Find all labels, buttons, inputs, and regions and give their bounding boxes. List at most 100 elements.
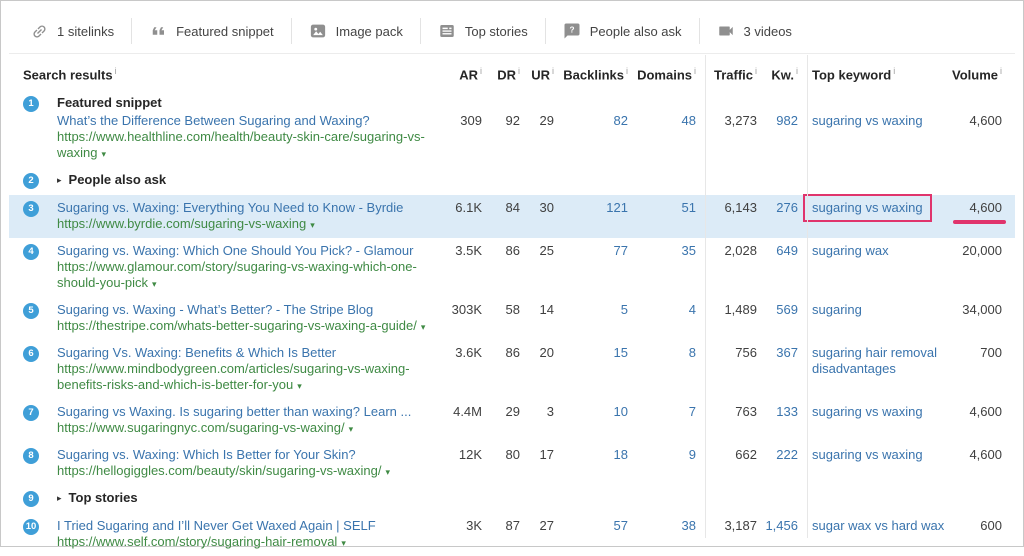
top-keyword-link[interactable]: sugaring vs waxing xyxy=(812,404,923,420)
info-icon[interactable]: i xyxy=(115,66,117,76)
table-header-row: Search results i AR i DR i UR i Backlinks i D… xyxy=(9,54,1015,90)
top-keyword-link[interactable]: sugar wax vs hard wax xyxy=(812,518,944,534)
backlinks-value[interactable]: 77 xyxy=(554,243,628,292)
table-row: 10 I Tried Sugaring and I’ll Never Get W… xyxy=(9,513,1015,556)
domains-value[interactable]: 9 xyxy=(628,447,696,480)
kw-value[interactable]: 982 xyxy=(757,95,798,162)
volume-cell: 4,600 xyxy=(950,95,1015,162)
position-badge: 8 xyxy=(23,448,39,465)
top-keyword-link[interactable]: sugaring hair removal disadvantages xyxy=(812,345,950,377)
domains-value[interactable] xyxy=(628,490,696,509)
top-keyword-link[interactable]: sugaring wax xyxy=(812,243,889,259)
result-title-link[interactable]: Sugaring vs. Waxing: Which One Should Yo… xyxy=(57,243,442,259)
toolbar-separator xyxy=(419,18,421,44)
kw-value[interactable] xyxy=(757,490,798,509)
result-url: https://www.self.com/story/sugaring-hair… xyxy=(57,534,338,550)
volume-cell: 34,000 xyxy=(950,302,1015,335)
kw-value[interactable]: 367 xyxy=(757,345,798,394)
backlinks-value[interactable] xyxy=(554,490,628,509)
backlinks-value[interactable]: 18 xyxy=(554,447,628,480)
backlinks-value[interactable] xyxy=(554,172,628,191)
url-dropdown-icon[interactable]: ▾ xyxy=(310,220,315,230)
header-domains: Domains i xyxy=(637,66,696,83)
expander-icon[interactable]: ▸ xyxy=(57,175,62,185)
videos-label: 3 videos xyxy=(743,23,792,39)
kw-value[interactable]: 1,456 xyxy=(757,518,798,551)
volume-value: 4,600 xyxy=(969,447,1002,463)
kw-value[interactable]: 133 xyxy=(757,404,798,437)
result-url: https://www.byrdie.com/sugaring-vs-waxin… xyxy=(57,216,307,232)
domains-value[interactable]: 38 xyxy=(628,518,696,551)
people-also-ask-badge: ? People also ask xyxy=(563,22,682,40)
ar-value: 3.5K xyxy=(455,243,482,259)
sitelinks-badge: 1 sitelinks xyxy=(31,23,114,40)
result-title-link[interactable]: I Tried Sugaring and I’ll Never Get Waxe… xyxy=(57,518,442,534)
backlinks-value[interactable]: 57 xyxy=(554,518,628,551)
image-pack-badge: Image pack xyxy=(309,22,403,40)
domains-value[interactable]: 7 xyxy=(628,404,696,437)
domains-value[interactable]: 8 xyxy=(628,345,696,394)
result-title-link[interactable]: Sugaring Vs. Waxing: Benefits & Which Is… xyxy=(57,345,442,361)
serp-feature-section-label[interactable]: ▸ People also ask xyxy=(57,172,442,189)
url-dropdown-icon[interactable]: ▾ xyxy=(385,467,390,477)
backlinks-value[interactable]: 10 xyxy=(554,404,628,437)
url-dropdown-icon[interactable]: ▾ xyxy=(101,149,106,159)
result-title-link[interactable]: Sugaring vs. Waxing: Everything You Need… xyxy=(57,200,442,216)
info-icon[interactable]: i xyxy=(893,66,895,76)
domains-value[interactable]: 35 xyxy=(628,243,696,292)
url-dropdown-icon[interactable]: ▾ xyxy=(349,424,354,434)
serp-feature-section-label[interactable]: ▸ Top stories xyxy=(57,490,442,507)
domains-value[interactable]: 51 xyxy=(628,200,696,233)
ar-value: 3K xyxy=(466,518,482,534)
kw-value[interactable]: 569 xyxy=(757,302,798,335)
featured-snippet-label: Featured snippet xyxy=(176,23,274,39)
kw-value[interactable]: 276 xyxy=(757,200,798,233)
result-title-link[interactable]: Sugaring vs Waxing. Is sugaring better t… xyxy=(57,404,442,420)
result-url: https://www.glamour.com/story/sugaring-v… xyxy=(57,259,417,291)
result-title-link[interactable]: Sugaring vs. Waxing: Which Is Better for… xyxy=(57,447,442,463)
kw-value[interactable]: 222 xyxy=(757,447,798,480)
serp-feature-section-label[interactable]: Featured snippet xyxy=(57,95,442,111)
top-keyword-link[interactable]: sugaring vs waxing xyxy=(812,113,923,129)
result-cell: 9 ▸ Top stories xyxy=(9,490,442,509)
top-keyword-link[interactable]: sugaring vs waxing xyxy=(803,194,932,223)
result-title-link[interactable]: Sugaring vs. Waxing - What’s Better? - T… xyxy=(57,302,442,318)
volume-highlight-underline xyxy=(953,220,1006,225)
top-keyword-link[interactable]: sugaring xyxy=(812,302,862,318)
position-badge: 5 xyxy=(23,303,39,320)
backlinks-value[interactable]: 121 xyxy=(554,200,628,233)
url-dropdown-icon[interactable]: ▾ xyxy=(421,322,426,332)
url-dropdown-icon[interactable]: ▾ xyxy=(297,381,302,391)
url-dropdown-icon[interactable]: ▾ xyxy=(152,279,157,289)
result-url-line: https://www.self.com/story/sugaring-hair… xyxy=(57,534,442,551)
result-cell: 1 Featured snippet What’s the Difference… xyxy=(9,95,442,162)
kw-value[interactable]: 649 xyxy=(757,243,798,292)
result-url: https://www.mindbodygreen.com/articles/s… xyxy=(57,361,410,393)
column-divider xyxy=(705,55,706,538)
volume-value: 34,000 xyxy=(962,302,1002,318)
backlinks-value[interactable]: 15 xyxy=(554,345,628,394)
top-keyword-cell: sugaring vs waxing xyxy=(798,404,950,437)
ur-value: 17 xyxy=(539,447,554,463)
volume-cell xyxy=(950,172,1015,191)
domains-value[interactable]: 4 xyxy=(628,302,696,335)
dr-value: 86 xyxy=(505,345,520,361)
volume-cell: 700 xyxy=(950,345,1015,394)
table-row: 4 Sugaring vs. Waxing: Which One Should … xyxy=(9,238,1015,297)
backlinks-value[interactable]: 5 xyxy=(554,302,628,335)
top-keyword-link[interactable]: sugaring vs waxing xyxy=(812,447,923,463)
backlinks-value[interactable]: 82 xyxy=(554,95,628,162)
ar-value: 3.6K xyxy=(455,345,482,361)
domains-value[interactable]: 48 xyxy=(628,95,696,162)
news-icon xyxy=(440,25,454,37)
expander-icon[interactable]: ▸ xyxy=(57,493,62,503)
position-badge: 6 xyxy=(23,346,39,363)
kw-value[interactable] xyxy=(757,172,798,191)
dr-value: 92 xyxy=(505,113,520,129)
domains-value[interactable] xyxy=(628,172,696,191)
ar-value: 303K xyxy=(451,302,482,318)
top-keyword-cell xyxy=(798,490,950,509)
info-icon[interactable]: i xyxy=(1000,66,1002,76)
toolbar-separator xyxy=(290,18,292,44)
result-title-link[interactable]: What’s the Difference Between Sugaring a… xyxy=(57,113,442,129)
